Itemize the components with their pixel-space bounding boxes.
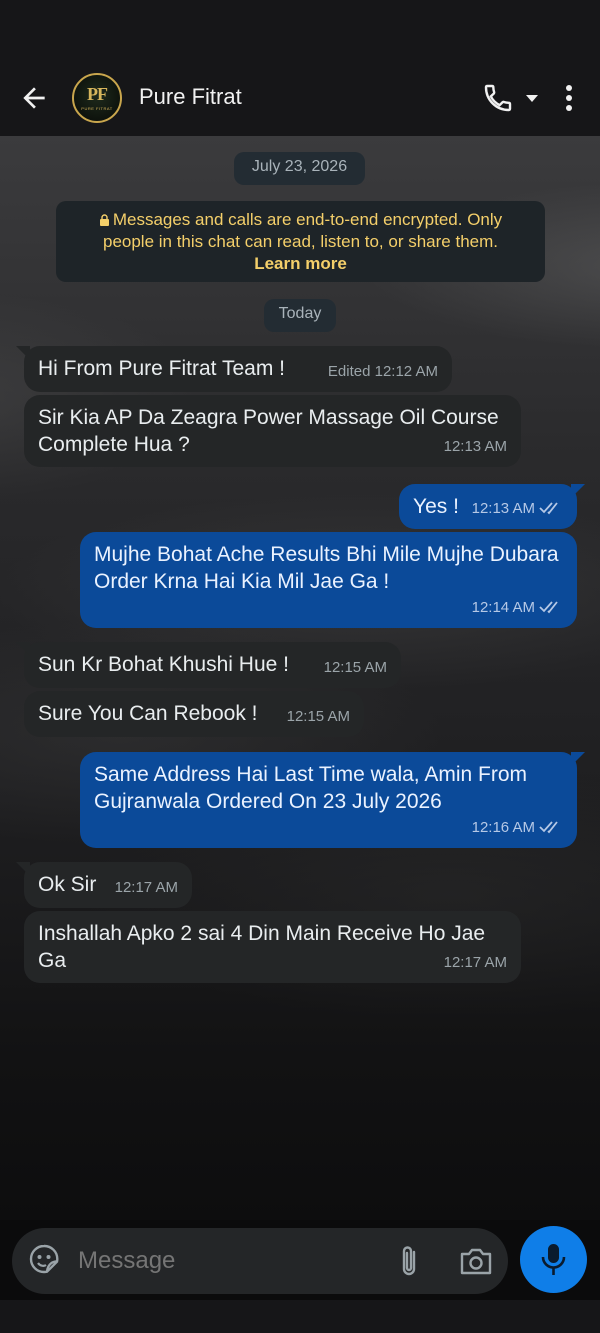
double-check-icon	[539, 601, 558, 614]
message-meta: Edited 12:12 AM	[328, 358, 438, 385]
bubble-tail	[16, 862, 30, 876]
message-bubble-incoming[interactable]: Inshallah Apko 2 sai 4 Din Main Receive …	[24, 911, 521, 983]
message-time: 12:13 AM	[443, 438, 507, 455]
message-bubble-outgoing[interactable]: Same Address Hai Last Time wala, Amin Fr…	[80, 752, 585, 848]
mic-button[interactable]	[520, 1226, 587, 1293]
message-bubble-incoming[interactable]: Ok Sir 12:17 AM	[16, 862, 192, 908]
learn-more-link[interactable]: Learn more	[72, 253, 529, 275]
message-meta: 12:13 AM	[472, 495, 563, 522]
date-chip: July 23, 2026	[234, 152, 365, 185]
message-time: 12:17 AM	[114, 879, 178, 896]
message-text: Mujhe Bohat Ache Results Bhi Mile Mujhe …	[94, 543, 559, 593]
today-chip: Today	[264, 299, 336, 332]
more-vert-icon[interactable]	[557, 82, 581, 114]
message-bubble-incoming[interactable]: Sir Kia AP Da Zeagra Power Massage Oil C…	[24, 395, 521, 467]
message-time: 12:17 AM	[443, 954, 507, 971]
message-bubble-outgoing[interactable]: Mujhe Bohat Ache Results Bhi Mile Mujhe …	[80, 532, 577, 628]
bubble-tail	[16, 642, 30, 656]
message-input[interactable]	[78, 1247, 368, 1275]
message-bubble-incoming[interactable]: Sure You Can Rebook ! 12:15 AM	[24, 691, 364, 737]
message-meta: 12:14 AM	[472, 594, 563, 621]
bubble-tail	[571, 752, 585, 766]
message-time: 12:12 AM	[374, 363, 438, 380]
message-time: 12:13 AM	[471, 500, 535, 517]
bubble-tail	[16, 346, 30, 360]
message-text: Same Address Hai Last Time wala, Amin Fr…	[94, 763, 527, 813]
status-bar	[0, 0, 600, 60]
paperclip-icon[interactable]	[394, 1243, 424, 1279]
double-check-icon	[539, 502, 558, 515]
bubble-tail	[571, 484, 585, 498]
message-time: 12:16 AM	[471, 819, 535, 836]
message-meta: 12:16 AM	[472, 814, 563, 841]
sticker-icon[interactable]	[28, 1243, 60, 1277]
encryption-notice[interactable]: Messages and calls are end-to-end encryp…	[56, 201, 545, 282]
mic-icon	[541, 1244, 566, 1275]
message-time: 12:15 AM	[286, 708, 350, 725]
chevron-down-icon[interactable]	[522, 90, 542, 106]
chat-header: PF PURE FITRAT Pure Fitrat	[0, 60, 600, 136]
edited-label: Edited	[327, 363, 371, 380]
contact-name[interactable]: Pure Fitrat	[139, 84, 242, 110]
double-check-icon	[539, 821, 558, 834]
message-text: Sir Kia AP Da Zeagra Power Massage Oil C…	[38, 406, 499, 456]
avatar-monogram: PF	[87, 84, 108, 104]
system-nav-bar	[0, 1300, 600, 1333]
message-text: Inshallah Apko 2 sai 4 Din Main Receive …	[38, 922, 486, 972]
phone-icon[interactable]	[482, 82, 514, 114]
lock-icon	[99, 214, 109, 226]
avatar-caption: PURE FITRAT	[81, 106, 113, 111]
avatar[interactable]: PF PURE FITRAT	[72, 73, 122, 123]
encryption-text: Messages and calls are end-to-end encryp…	[102, 210, 503, 251]
message-time: 12:14 AM	[471, 599, 535, 616]
camera-icon[interactable]	[458, 1245, 494, 1277]
message-time: 12:15 AM	[323, 659, 387, 676]
back-arrow-icon[interactable]	[18, 82, 50, 114]
message-bubble-incoming[interactable]: Hi From Pure Fitrat Team ! Edited 12:12 …	[16, 346, 452, 392]
message-bubble-outgoing[interactable]: Yes ! 12:13 AM	[399, 484, 585, 529]
message-bubble-incoming[interactable]: Sun Kr Bohat Khushi Hue ! 12:15 AM	[16, 642, 401, 688]
